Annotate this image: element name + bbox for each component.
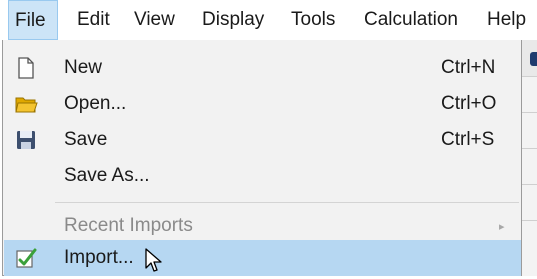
toolbar-tab-edge [530,52,537,66]
submenu-arrow-icon: ▸ [499,221,505,233]
background-toolbar [520,40,537,77]
menu-item-shortcut: Ctrl+S [441,129,495,150]
file-menu-dropdown: New Ctrl+N Open... Ctrl+O Save Ctrl+S Sa… [2,40,522,276]
floppy-disk-icon [14,128,38,152]
menu-item-label: Open... [64,93,127,114]
menu-item-save[interactable]: Save Ctrl+S [4,122,521,158]
menu-item-label: New [64,57,103,78]
import-icon [14,246,38,270]
menu-help[interactable]: Help [487,0,526,40]
menu-item-shortcut: Ctrl+N [441,57,496,78]
menu-file[interactable]: File [8,0,58,40]
grid-line [520,148,537,149]
menu-item-label: Import... [64,247,134,268]
menu-item-label: Save [64,129,108,150]
menu-item-import[interactable]: Import... [4,240,521,276]
menu-item-shortcut: Ctrl+O [441,93,497,114]
menu-item-label: Recent Imports [64,215,193,236]
menu-item-new[interactable]: New Ctrl+N [4,50,521,86]
menu-edit[interactable]: Edit [77,0,110,40]
menu-view[interactable]: View [134,0,175,40]
menu-item-recent-imports[interactable]: Recent Imports ▸ [4,208,521,244]
menu-item-open[interactable]: Open... Ctrl+O [4,86,521,122]
menu-bar: File Edit View Display Tools Calculation… [0,0,537,40]
grid-line [520,184,537,185]
menu-calculation[interactable]: Calculation [364,0,458,40]
menu-item-label: Save As... [64,165,150,186]
grid-line [520,220,537,221]
menu-tools[interactable]: Tools [291,0,335,40]
menu-display[interactable]: Display [202,0,264,40]
background-window [520,40,537,276]
grid-line [520,112,537,113]
menu-separator [55,202,519,203]
menu-item-save-as[interactable]: Save As... [4,158,521,194]
mouse-cursor-icon [144,248,164,274]
new-document-icon [14,56,38,80]
folder-open-icon [14,92,38,116]
